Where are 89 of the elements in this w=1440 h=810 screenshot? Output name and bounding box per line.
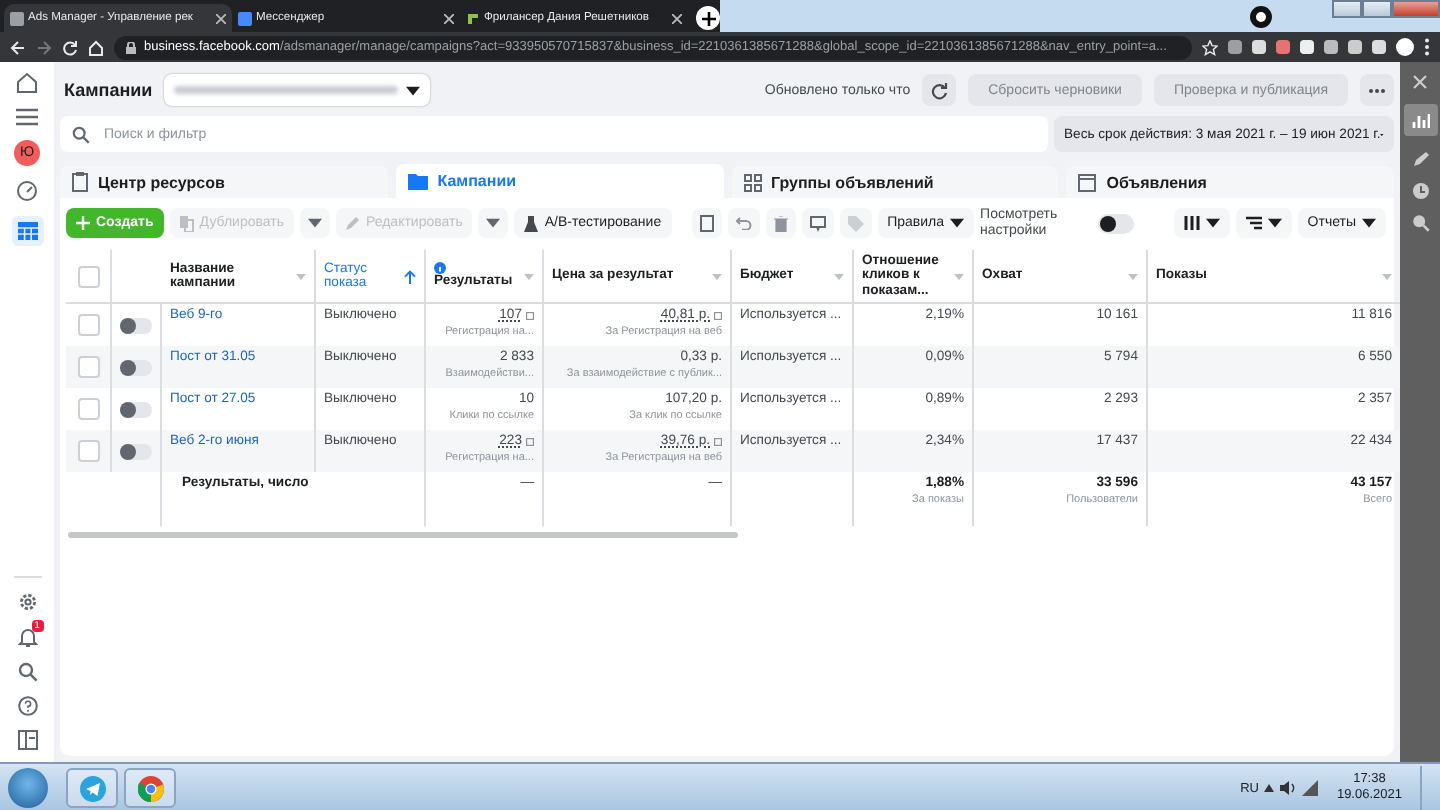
attribution-icon <box>714 437 722 445</box>
clipboard-icon <box>72 172 88 192</box>
level-tab[interactable]: Кампании <box>395 164 723 198</box>
trash-icon <box>773 215 788 231</box>
clipboard-icon <box>699 214 714 232</box>
pencil-icon <box>345 216 360 230</box>
attribution-icon <box>714 311 722 319</box>
close-button[interactable] <box>1392 0 1440 18</box>
search-icon <box>72 125 90 143</box>
copy-button[interactable] <box>801 208 834 238</box>
gauge-icon[interactable] <box>16 180 38 202</box>
dropdown-button[interactable] <box>299 208 330 238</box>
clock-icon[interactable] <box>1411 182 1429 200</box>
plus-icon <box>76 216 90 230</box>
columns-button[interactable] <box>1173 208 1230 238</box>
panel-icon[interactable] <box>17 730 37 750</box>
refresh-button[interactable] <box>922 74 957 106</box>
browser-logo-icon <box>137 775 163 801</box>
campaign-toggle[interactable] <box>120 443 152 459</box>
tray-arrow-icon[interactable] <box>1264 784 1275 792</box>
copy-icon <box>179 215 194 231</box>
undo-button[interactable] <box>727 208 760 238</box>
attribution-icon <box>526 311 534 319</box>
search-icon <box>17 662 37 682</box>
checkbox[interactable] <box>77 440 99 462</box>
breakdown-button[interactable] <box>1235 208 1292 238</box>
close-icon[interactable] <box>1412 74 1428 90</box>
level-tab[interactable]: Объявления <box>1066 166 1394 198</box>
close-icon[interactable] <box>216 13 226 23</box>
new-tab-button[interactable] <box>696 6 720 30</box>
folder-icon <box>407 172 428 190</box>
level-tab[interactable]: Группы объявлений <box>731 166 1059 198</box>
level-tab[interactable]: Центр ресурсов <box>60 166 388 198</box>
volume-icon[interactable] <box>1280 780 1297 796</box>
start-button[interactable] <box>8 768 48 808</box>
bell-icon[interactable] <box>17 626 37 648</box>
network-icon[interactable] <box>1302 780 1319 796</box>
menu-icon[interactable] <box>16 108 38 126</box>
taskbar-app-button[interactable] <box>124 768 176 808</box>
ad-icon <box>1078 173 1097 191</box>
taskbar-app-button[interactable] <box>66 768 118 808</box>
breakdown-icon <box>1245 216 1262 230</box>
info-icon <box>434 262 446 275</box>
preview-icon <box>809 215 826 231</box>
menu-icon[interactable] <box>1424 38 1430 56</box>
flask-icon <box>524 215 539 231</box>
clipboard-button[interactable] <box>691 208 722 238</box>
checkbox[interactable] <box>77 398 99 420</box>
campaign-toggle[interactable] <box>120 359 152 375</box>
tab-favicon-icon <box>10 11 24 25</box>
more-icon <box>1368 87 1386 93</box>
table-icon[interactable] <box>11 216 43 246</box>
close-icon[interactable] <box>672 13 682 23</box>
campaign-toggle[interactable] <box>120 401 152 417</box>
record-icon[interactable] <box>1250 6 1272 28</box>
checkbox[interactable] <box>77 356 99 378</box>
undo-icon <box>735 216 752 230</box>
grid-icon <box>743 173 761 191</box>
chart-icon[interactable] <box>1403 104 1437 136</box>
dropdown-button[interactable] <box>478 208 509 238</box>
home-icon[interactable] <box>16 72 38 94</box>
minimize-button[interactable] <box>1332 0 1362 18</box>
pencil-icon[interactable] <box>1411 150 1429 168</box>
paper-plane-icon <box>79 775 105 801</box>
refresh-icon <box>930 81 949 99</box>
star-icon[interactable] <box>1202 39 1218 55</box>
page-title: Кампании <box>64 80 153 100</box>
attribution-icon <box>526 437 534 445</box>
maximize-button[interactable] <box>1362 0 1392 18</box>
lock-icon <box>126 41 136 53</box>
tab-favicon-icon <box>238 11 252 25</box>
campaign-toggle[interactable] <box>120 317 152 333</box>
reload-icon[interactable] <box>62 39 78 55</box>
close-icon[interactable] <box>444 13 454 23</box>
forward-icon[interactable] <box>36 39 52 55</box>
more-button[interactable] <box>1360 74 1394 106</box>
settings-icon[interactable] <box>17 592 37 612</box>
tab-favicon-icon <box>466 11 480 25</box>
columns-icon <box>1183 216 1200 230</box>
tag-icon <box>847 215 864 231</box>
checkbox[interactable] <box>77 314 99 336</box>
back-icon[interactable] <box>10 39 26 55</box>
profile-avatar[interactable] <box>1396 38 1414 56</box>
zoom-icon[interactable] <box>1411 214 1429 232</box>
help-icon[interactable] <box>17 696 37 716</box>
checkbox[interactable] <box>77 265 99 287</box>
view-settings-toggle[interactable] <box>1098 213 1135 233</box>
delete-button[interactable] <box>765 208 796 238</box>
sort-arrow-icon[interactable] <box>404 269 416 283</box>
